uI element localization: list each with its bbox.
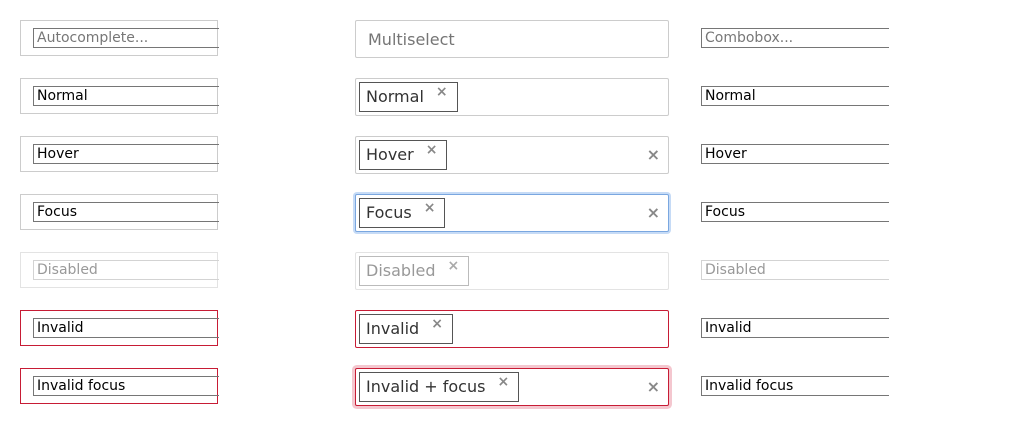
combobox-input-disabled: Disabled [701, 260, 889, 280]
tag-label: Disabled [366, 261, 436, 280]
tag-remove-icon[interactable]: × [424, 84, 457, 100]
tag-label: Focus [366, 203, 412, 222]
combobox-input-placeholder[interactable]: Combobox... [701, 28, 889, 48]
clear-all-icon[interactable]: × [647, 147, 660, 163]
autocomplete-placeholder-wrapper: Autocomplete... [20, 20, 219, 56]
autocomplete-input-disabled: Disabled [33, 260, 219, 280]
multiselect-placeholder-text: Multiselect [368, 30, 455, 49]
tag-remove-icon[interactable]: × [419, 316, 452, 332]
multiselect-hover[interactable]: Hover × × [355, 136, 669, 174]
tag-label: Invalid + focus [366, 377, 486, 396]
multiselect-tag: Normal × [359, 82, 458, 112]
autocomplete-input-normal[interactable]: Normal [33, 86, 219, 106]
autocomplete-input-invalid[interactable]: Invalid [33, 318, 219, 338]
combobox-column: Combobox... Normal Hover Focus Disabled … [701, 0, 889, 426]
tag-remove-icon[interactable]: × [414, 142, 447, 158]
autocomplete-disabled-wrapper: Disabled [20, 252, 219, 288]
tag-remove-icon[interactable]: × [485, 374, 518, 390]
combobox-input-normal[interactable]: Normal [701, 86, 889, 106]
autocomplete-input-placeholder[interactable]: Autocomplete... [33, 28, 219, 48]
tag-label: Hover [366, 145, 414, 164]
multiselect-tag: Disabled × [359, 256, 470, 286]
autocomplete-input-hover[interactable]: Hover [33, 144, 219, 164]
combobox-input-focus[interactable]: Focus [701, 202, 889, 222]
autocomplete-invalid-focus-wrapper: Invalid focus [20, 368, 219, 404]
combobox-input-invalid[interactable]: Invalid [701, 318, 889, 338]
multiselect-tag: Focus × [359, 198, 446, 228]
combobox-input-invalid-focus[interactable]: Invalid focus [701, 376, 889, 396]
combobox-input-hover[interactable]: Hover [701, 144, 889, 164]
multiselect-normal[interactable]: Normal × [355, 78, 669, 116]
tag-label: Invalid [366, 319, 420, 338]
autocomplete-focus-wrapper: Focus [20, 194, 219, 230]
clear-all-icon[interactable]: × [647, 379, 660, 395]
multiselect-tag: Invalid + focus × [359, 372, 520, 402]
multiselect-tag: Hover × [359, 140, 448, 170]
clear-all-icon[interactable]: × [647, 205, 660, 221]
autocomplete-normal-wrapper: Normal [20, 78, 219, 114]
autocomplete-input-focus[interactable]: Focus [33, 202, 219, 222]
multiselect-placeholder[interactable]: Multiselect [355, 20, 669, 58]
tag-label: Normal [366, 87, 424, 106]
multiselect-invalid-focus[interactable]: Invalid + focus × × [355, 368, 669, 406]
tag-remove-icon: × [447, 258, 460, 274]
multiselect-focus[interactable]: Focus × × [355, 194, 669, 232]
multiselect-disabled: Disabled × [355, 252, 669, 290]
tag-remove-icon[interactable]: × [412, 200, 445, 216]
autocomplete-hover-wrapper: Hover [20, 136, 219, 172]
multiselect-tag: Invalid × [359, 314, 453, 344]
autocomplete-invalid-wrapper: Invalid [20, 310, 219, 346]
autocomplete-input-invalid-focus[interactable]: Invalid focus [33, 376, 219, 396]
multiselect-invalid[interactable]: Invalid × [355, 310, 669, 348]
